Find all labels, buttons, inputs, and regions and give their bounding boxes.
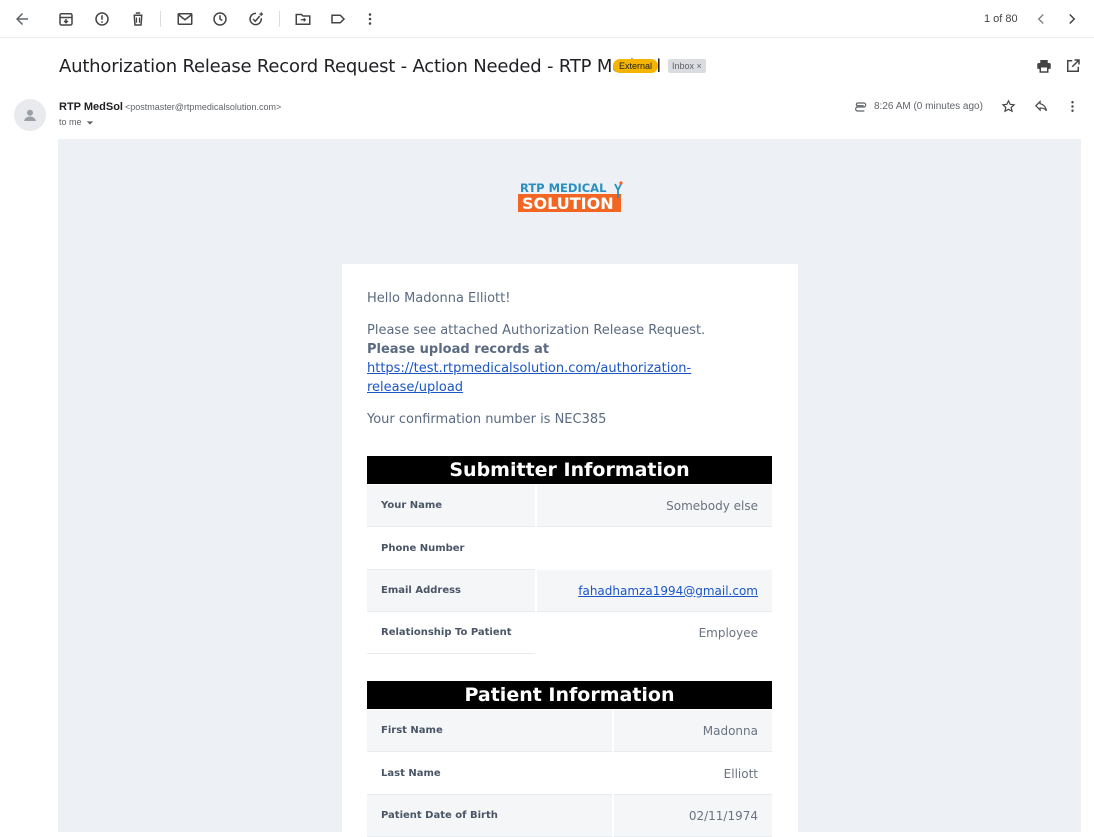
row-value: 02/11/1974 (614, 795, 772, 837)
table-row: Relationship To Patient Employee (367, 612, 772, 654)
row-label: Last Name (367, 753, 612, 795)
newer-chevron-icon[interactable] (1031, 9, 1051, 29)
row-label: Email Address (367, 570, 535, 612)
upload-instruction: Please upload records at (367, 342, 550, 357)
sender-name[interactable]: RTP MedSol (59, 101, 123, 113)
row-label: Relationship To Patient (367, 612, 535, 654)
more-icon[interactable] (360, 9, 380, 29)
older-chevron-icon[interactable] (1062, 9, 1082, 29)
open-new-window-icon[interactable] (1064, 57, 1082, 75)
row-value: Employee (698, 626, 758, 640)
row-label: Phone Number (367, 528, 535, 570)
upload-link-line-2[interactable]: release/upload (367, 380, 463, 395)
row-value: Madonna (614, 710, 772, 752)
snooze-icon[interactable] (210, 9, 230, 29)
remove-label-icon[interactable]: × (697, 61, 702, 71)
upload-link-line-1[interactable]: https://test.rtpmedicalsolution.com/auth… (367, 361, 691, 376)
attachment-note: Please see attached Authorization Releas… (367, 323, 706, 338)
svg-text:RTP MEDICAL: RTP MEDICAL (520, 181, 607, 195)
star-icon[interactable] (1000, 98, 1017, 115)
rtp-medical-solution-logo: RTP MEDICAL SOLUTION (518, 180, 628, 216)
table-row: Phone Number (367, 528, 772, 570)
row-label: First Name (367, 710, 612, 752)
row-label: Patient Date of Birth (367, 795, 612, 837)
table-row: Email Address fahadhamza1994@gmail.com (367, 570, 772, 612)
delete-icon[interactable] (128, 9, 148, 29)
inbox-label-chip[interactable]: Inbox × (668, 59, 706, 73)
pager-count: 1 of 80 (984, 13, 1018, 25)
back-arrow-icon[interactable] (12, 9, 32, 29)
reply-icon[interactable] (1033, 98, 1050, 115)
print-icon[interactable] (1035, 57, 1053, 75)
row-label: Your Name (367, 485, 535, 527)
submitter-section-title: Submitter Information (367, 456, 772, 484)
recipient-details[interactable]: to me (59, 117, 94, 127)
message-toolbar: 1 of 80 (0, 0, 1094, 38)
row-value (537, 528, 772, 570)
report-spam-icon[interactable] (92, 9, 112, 29)
email-address-link[interactable]: fahadhamza1994@gmail.com (537, 570, 772, 612)
recipient-text: to me (59, 117, 82, 127)
add-task-icon[interactable] (246, 9, 266, 29)
inbox-label-text: Inbox (672, 61, 695, 71)
row-value: Elliott (614, 753, 772, 795)
received-time: 8:26 AM (0 minutes ago) (874, 101, 983, 112)
row-value: Somebody else (537, 485, 772, 527)
move-to-icon[interactable] (293, 9, 313, 29)
table-row: Your Name Somebody else (367, 485, 772, 527)
dropdown-caret-icon[interactable] (86, 119, 94, 127)
greeting-text: Hello Madonna Elliott! (367, 291, 511, 306)
svg-text:SOLUTION: SOLUTION (522, 194, 614, 213)
person-icon (24, 109, 36, 121)
table-row: First Name Madonna (367, 710, 772, 752)
external-badge: External (613, 59, 659, 73)
sender-email: <postmaster@rtpmedicalsolution.com> (125, 102, 282, 112)
email-subject: Authorization Release Record Request - A… (59, 56, 662, 77)
table-row: Patient Date of Birth 02/11/1974 (367, 795, 772, 837)
patient-section-title: Patient Information (367, 681, 772, 709)
archive-icon[interactable] (56, 9, 76, 29)
attachment-icon (855, 102, 867, 112)
mark-unread-icon[interactable] (175, 9, 195, 29)
confirmation-text: Your confirmation number is NEC385 (367, 412, 607, 427)
label-icon[interactable] (328, 9, 348, 29)
sender-avatar[interactable] (14, 99, 46, 131)
table-row: Last Name Elliott (367, 753, 772, 795)
message-more-icon[interactable] (1064, 98, 1081, 115)
